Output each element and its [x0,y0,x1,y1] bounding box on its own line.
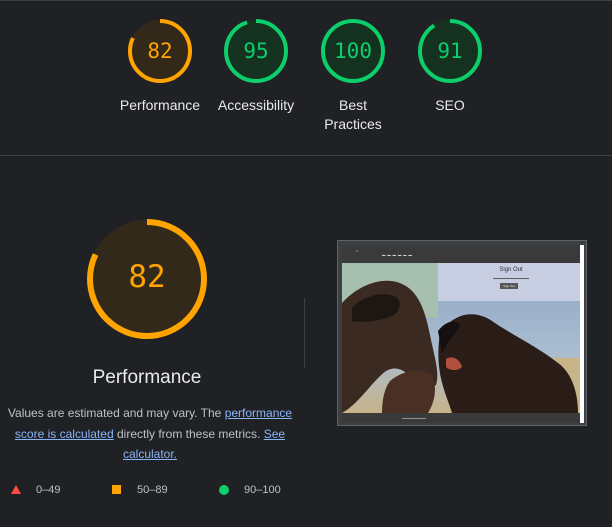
gauge-label: SEO [435,97,465,113]
screenshot-footer: ▬▬▬▬▬▬▬▬ [342,413,584,423]
screenshot-logo: ⌂ [356,248,359,253]
triangle-icon [11,485,21,494]
legend-range: 50–89 [137,484,168,496]
screenshot-scrollbar [580,245,584,423]
gauge-score: 100 [334,39,372,63]
performance-score-large: 82 [128,259,166,295]
signout-panel: Sign Out ▬▬▬▬▬▬▬▬▬▬▬▬ Sign Out [438,263,584,301]
vertical-divider [304,298,305,368]
legend-range: 0–49 [36,484,61,496]
section-divider [0,155,612,156]
screenshot-nav-links: ▬ ▬ ▬ ▬ ▬ ▬ [382,253,413,257]
gauge-label: Best Practices [324,97,382,132]
gauge-best-practices[interactable]: 100 Best Practices [308,18,398,134]
screenshot-navbar: ⌂ ▬ ▬ ▬ ▬ ▬ ▬ [342,245,584,263]
gauge-score: 95 [243,39,269,63]
gauge-label: Accessibility [217,97,295,113]
gauge-score: 91 [437,39,463,63]
performance-gauge-large: 82 [85,217,209,341]
circle-icon [219,485,229,495]
gauge-label: Performance [119,97,201,113]
screenshot-content: ⌂ ▬ ▬ ▬ ▬ ▬ ▬ Sign Out ▬▬▬▬▬▬▬▬▬▬▬▬ Sign… [342,245,584,423]
square-icon [112,485,121,494]
description-text-2: directly from these metrics. [116,426,261,441]
performance-description: Values are estimated and may vary. The p… [5,403,295,465]
gauge-score: 82 [147,39,173,63]
gauge-accessibility[interactable]: 95 Accessibility [211,18,301,115]
signout-button: Sign Out [500,283,518,289]
performance-title: Performance [92,367,202,388]
legend-range: 90–100 [244,484,281,496]
score-legend: 0–49 50–89 90–100 [0,482,612,498]
final-screenshot[interactable]: ⌂ ▬ ▬ ▬ ▬ ▬ ▬ Sign Out ▬▬▬▬▬▬▬▬▬▬▬▬ Sign… [337,240,587,426]
signout-subtitle: ▬▬▬▬▬▬▬▬▬▬▬▬ [493,276,529,280]
top-divider [0,0,612,1]
screenshot-footer-text: ▬▬▬▬▬▬▬▬ [402,416,426,420]
gauge-seo[interactable]: 91 SEO [405,18,495,115]
description-text: Values are estimated and may vary. The [7,406,222,420]
gauge-performance[interactable]: 82 Performance [115,18,205,115]
signout-title: Sign Out [499,267,523,273]
score-summary: 82 Performance 95 Accessibility 100 Best… [0,18,612,148]
